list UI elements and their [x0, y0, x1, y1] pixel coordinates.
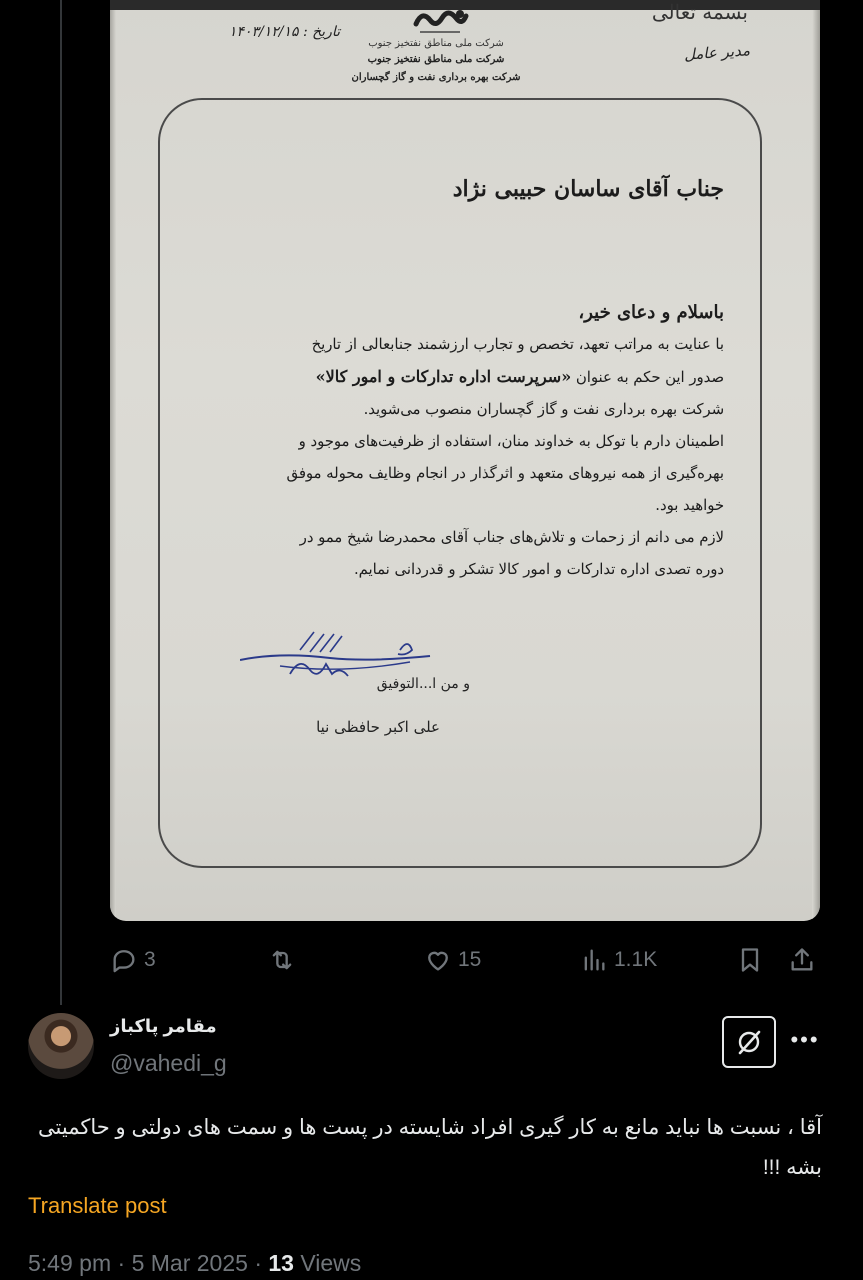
- photo-shadow-right: [812, 10, 820, 921]
- letter-line: دوره تصدی اداره تدارکات و امور کالا تشکر…: [353, 561, 724, 578]
- like-count: 15: [458, 948, 482, 971]
- views-count-value: 13: [268, 1250, 294, 1276]
- letter-line: خواهید بود.: [655, 497, 724, 514]
- post-date[interactable]: 5 Mar 2025: [132, 1250, 248, 1276]
- like-icon: [428, 951, 448, 971]
- photo-shadow-left: [110, 10, 116, 921]
- letter-date: تاریخ : ۱۴۰۳/۱۲/۱۵: [228, 24, 340, 40]
- more-icon: •••: [790, 1027, 820, 1052]
- post-metadata: 5:49 pm · 5 Mar 2025 · 13 Views: [28, 1250, 361, 1277]
- tweet-action-bar: 3 15 1.1K: [110, 940, 820, 980]
- letter-photo[interactable]: بسمه تعالی مدیر عامل شرکت ملی مناطق نفتخ…: [110, 0, 820, 921]
- letter-line: شرکت بهره برداری نفت و گاز گچساران منصوب…: [363, 401, 724, 418]
- letter-header-scrap: بسمه تعالی: [651, 0, 748, 24]
- letter-line: بهره‌گیری از همه نیروهای متعهد و اثرگذار…: [286, 465, 724, 482]
- views-icon: [584, 949, 605, 971]
- letter-line-part: صدور این حکم به عنوان: [571, 369, 724, 386]
- letter-greeting: باسلام و دعای خیر،: [578, 302, 724, 323]
- thread-connector-line: [60, 0, 62, 1005]
- letter-line: لازم می دانم از زحمات و تلاش‌های جناب آق…: [299, 529, 724, 546]
- bookmark-icon: [741, 948, 759, 972]
- reply-button[interactable]: 3: [110, 940, 156, 980]
- like-button[interactable]: 15: [424, 940, 481, 980]
- letter-signer: علی اکبر حافظی نیا: [316, 718, 440, 736]
- letter-addressee: جناب آقای ساسان حبیبی نژاد: [452, 176, 724, 202]
- reply-icon: [113, 950, 135, 973]
- company-name-3: شرکت بهره برداری نفت و گاز گچساران: [351, 72, 521, 83]
- reply-handle[interactable]: @vahedi_g: [110, 1050, 227, 1077]
- post-time[interactable]: 5:49 pm: [28, 1250, 111, 1276]
- views-count: 1.1K: [614, 948, 658, 971]
- translate-post-link[interactable]: Translate post: [28, 1193, 167, 1219]
- company-name-1: شرکت ملی مناطق نفتخیز جنوب: [368, 38, 504, 49]
- reply-text: آقا ، نسبت ها نباید مانع به کار گیری افر…: [38, 1116, 822, 1179]
- letter-line: صدور این حکم به عنوان «سرپرست اداره تدار…: [214, 361, 724, 394]
- more-options-button[interactable]: •••: [790, 1025, 820, 1055]
- views-label: Views: [300, 1250, 362, 1276]
- repost-button[interactable]: [268, 940, 296, 980]
- grok-icon: [738, 1030, 761, 1055]
- reply-display-name[interactable]: مقامر پاکباز: [110, 1016, 217, 1037]
- letter-body: جناب آقای ساسان حبیبی نژاد باسلام و دعای…: [214, 176, 724, 586]
- company-logo: [413, 10, 469, 33]
- repost-icon: [272, 950, 292, 970]
- letter-line: اطمینان دارم با توکل به خداوند منان، است…: [298, 433, 724, 450]
- views-button[interactable]: 1.1K: [580, 940, 657, 980]
- letter-closing: و من ا...التوفیق: [376, 676, 470, 692]
- letter-line: با عنایت به مراتب تعهد، تخصص و تجارب ارز…: [311, 336, 724, 353]
- grok-button[interactable]: [722, 1016, 776, 1068]
- share-icon: [791, 948, 813, 971]
- appointment-title: «سرپرست اداره تدارکات و امور کالا»: [315, 367, 572, 386]
- managing-director-label: مدیر عامل: [683, 41, 751, 64]
- separator-dot: ·: [254, 1250, 269, 1276]
- bookmark-button[interactable]: [736, 940, 764, 980]
- reply-count: 3: [144, 948, 156, 971]
- share-button[interactable]: [788, 940, 816, 980]
- separator-dot: ·: [117, 1250, 132, 1276]
- company-name-2: شرکت ملی مناطق نفتخیز جنوب: [367, 54, 505, 65]
- avatar[interactable]: [28, 1013, 94, 1079]
